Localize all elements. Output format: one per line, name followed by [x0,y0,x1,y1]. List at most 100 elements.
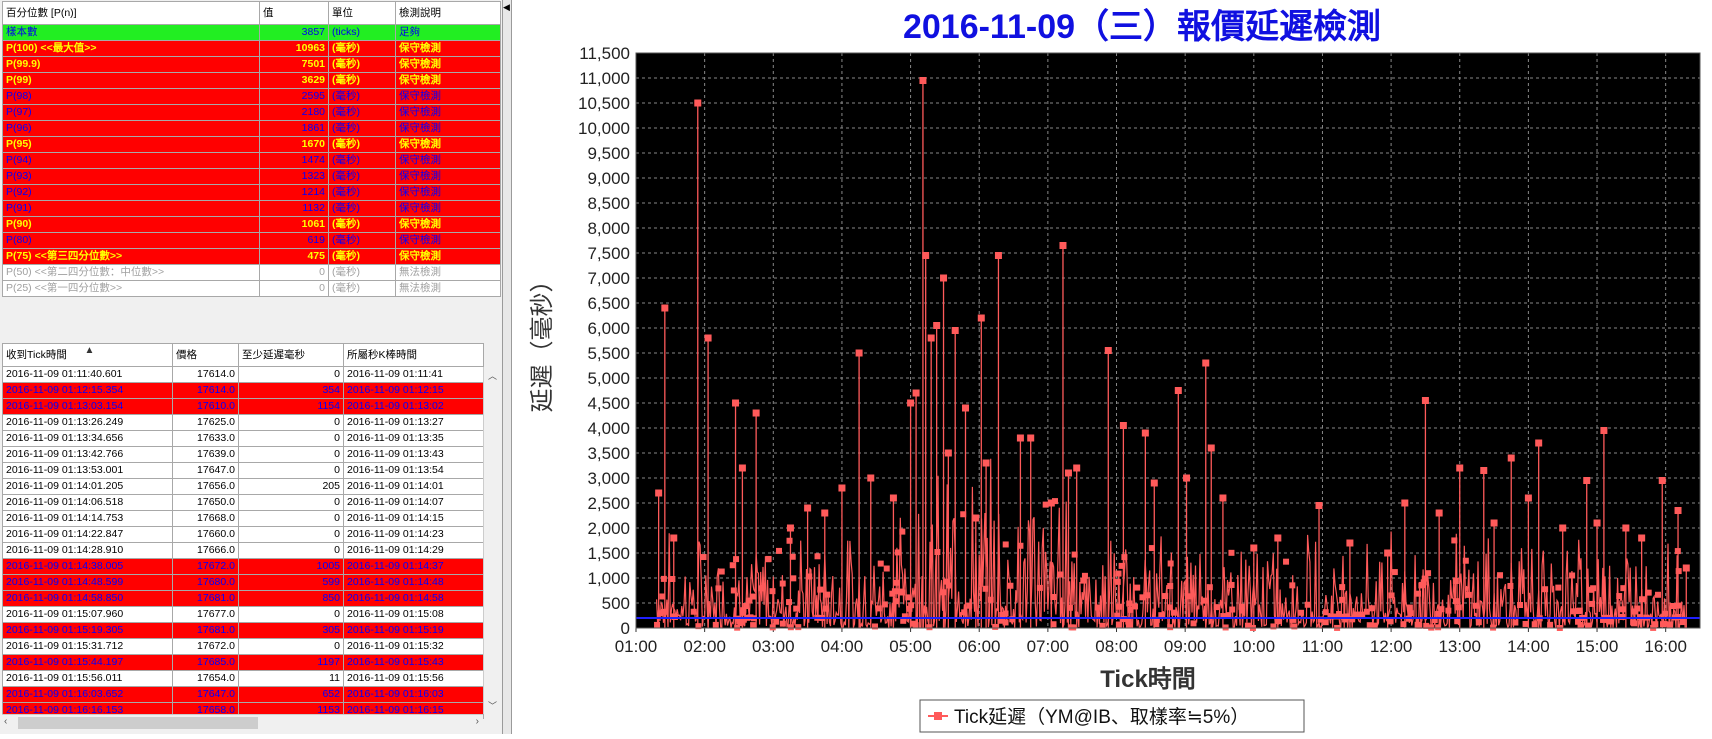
spike-marker [907,399,915,407]
stats-row[interactable]: P(90) 1061 (毫秒) 保守檢測 [2,216,501,233]
stats-row[interactable]: P(92) 1214 (毫秒) 保守檢測 [2,184,501,201]
stats-row[interactable]: P(100) <<最大值>> 10963 (毫秒) 保守檢測 [2,40,501,57]
horizontal-scrollbar[interactable]: ‹ › [2,714,483,732]
tick-row[interactable]: 2016-11-09 01:15:44.197 17685.0 1197 2016-1… [2,654,484,671]
tick-cell-delay: 652 [238,686,344,703]
vertical-scrollbar[interactable]: ︿ ﹀ [483,367,501,714]
tick-row[interactable]: 2016-11-09 01:14:14.753 17668.0 0 2016-11-0… [2,510,484,527]
stats-row[interactable]: P(93) 1323 (毫秒) 保守檢測 [2,168,501,185]
stats-cell-unit: (毫秒) [328,72,396,89]
panel-splitter[interactable]: ◀ [502,0,512,734]
point-marker [660,608,667,615]
point-marker [1213,604,1220,611]
header-price[interactable]: 價格 [172,343,239,367]
stats-cell-label: P(91) [2,200,260,217]
x-tick-label: 13:00 [1438,637,1481,656]
stats-cell-unit: (毫秒) [328,40,396,57]
tick-cell-delay: 0 [238,430,344,447]
tick-cell-delay: 0 [238,494,344,511]
tick-row[interactable]: 2016-11-09 01:13:26.249 17625.0 0 2016-11-0… [2,414,484,431]
header-bar-time[interactable]: 所屬秒K棒時間 [343,343,484,367]
tick-row[interactable]: 2016-11-09 01:13:53.001 17647.0 0 2016-11-0… [2,462,484,479]
point-marker [1435,624,1442,631]
point-marker [822,605,829,612]
stats-row[interactable]: P(98) 2595 (毫秒) 保守檢測 [2,88,501,105]
spike-marker [1682,564,1690,572]
tick-row[interactable]: 2016-11-09 01:14:22.847 17660.0 0 2016-11-0… [2,526,484,543]
y-tick-label: 6,500 [587,294,630,313]
tick-row[interactable]: 2016-11-09 01:14:58.850 17681.0 850 2016-11… [2,590,484,607]
stats-row[interactable]: P(94) 1474 (毫秒) 保守檢測 [2,152,501,169]
stats-cell-value: 10963 [259,40,329,57]
stats-row[interactable]: P(91) 1132 (毫秒) 保守檢測 [2,200,501,217]
stats-row[interactable]: 樣本數 3857 (ticks) 足夠 [2,24,501,41]
tick-cell-time: 2016-11-09 01:15:56.011 [2,670,173,687]
point-marker [729,562,736,569]
tick-row[interactable]: 2016-11-09 01:14:28.910 17666.0 0 2016-11-0… [2,542,484,559]
chart-title: 2016-11-09（三）報價延遲檢測 [903,7,1381,46]
scroll-thumb[interactable] [18,717,258,729]
tick-row[interactable]: 2016-11-09 01:14:01.205 17656.0 205 2016-11… [2,478,484,495]
point-marker [1619,606,1626,613]
stats-row[interactable]: P(97) 2180 (毫秒) 保守檢測 [2,104,501,121]
x-tick-label: 05:00 [889,637,932,656]
tick-row[interactable]: 2016-11-09 01:15:31.712 17672.0 0 2016-11-0… [2,638,484,655]
tick-row[interactable]: 2016-11-09 01:15:07.960 17677.0 0 2016-11-0… [2,606,484,623]
tick-cell-bar: 2016-11-09 01:14:07 [343,494,484,511]
stats-row[interactable]: P(99) 3629 (毫秒) 保守檢測 [2,72,501,89]
tick-row[interactable]: 2016-11-09 01:16:03.652 17647.0 652 2016-11… [2,686,484,703]
point-marker [1428,624,1435,631]
stats-row[interactable]: P(96) 1861 (毫秒) 保守檢測 [2,120,501,137]
stats-cell-label: P(75) <<第三四分位數>> [2,248,260,265]
scroll-up-arrow-icon[interactable]: ︿ [488,369,497,382]
tick-cell-time: 2016-11-09 01:14:28.910 [2,542,173,559]
header-tick-time[interactable]: 收到Tick時間 ▲ [2,343,173,367]
header-value[interactable]: 值 [259,1,329,25]
stats-cell-unit: (毫秒) [328,136,396,153]
tick-cell-delay: 0 [238,414,344,431]
stats-cell-unit: (毫秒) [328,264,396,281]
tick-row[interactable]: 2016-11-09 01:13:03.154 17610.0 1154 2016-1… [2,398,484,415]
stats-cell-label: P(80) [2,232,260,249]
stats-row[interactable]: P(99.9) 7501 (毫秒) 保守檢測 [2,56,501,73]
stats-row[interactable]: P(50) <<第二四分位數：中位數>> 0 (毫秒) 無法檢測 [2,264,501,281]
point-marker [1144,592,1151,599]
point-marker [793,605,800,612]
spike-marker [732,399,740,407]
tick-row[interactable]: 2016-11-09 01:15:19.305 17681.0 305 2016-11… [2,622,484,639]
stats-cell-unit: (毫秒) [328,56,396,73]
header-percentile[interactable]: 百分位數 [P(n)] [2,1,260,25]
scroll-right-arrow-icon[interactable]: › [476,716,479,727]
stats-row[interactable]: P(25) <<第一四分位數>> 0 (毫秒) 無法檢測 [2,280,501,297]
point-marker [1631,620,1638,627]
point-marker [1007,582,1014,589]
stats-cell-value: 7501 [259,56,329,73]
tick-row[interactable]: 2016-11-09 01:13:34.656 17633.0 0 2016-11-0… [2,430,484,447]
tick-row[interactable]: 2016-11-09 01:14:38.005 17672.0 1005 2016-1… [2,558,484,575]
spike-marker [1535,439,1543,447]
spike-marker [1174,387,1182,394]
tick-row[interactable]: 2016-11-09 01:11:40.601 17614.0 0 2016-11-0… [2,366,484,383]
header-note[interactable]: 檢測說明 [395,1,501,25]
point-marker [912,622,919,629]
tick-row[interactable]: 2016-11-09 01:15:56.011 17654.0 11 2016-11-… [2,670,484,687]
tick-row[interactable]: 2016-11-09 01:13:42.766 17639.0 0 2016-11-0… [2,446,484,463]
tick-cell-time: 2016-11-09 01:11:40.601 [2,366,173,383]
stats-row[interactable]: P(75) <<第三四分位數>> 475 (毫秒) 保守檢測 [2,248,501,265]
stats-row[interactable]: P(80) 619 (毫秒) 保守檢測 [2,232,501,249]
tick-row[interactable]: 2016-11-09 01:12:15.354 17614.0 354 2016-11… [2,382,484,399]
header-delay[interactable]: 至少延遲毫秒 [238,343,344,367]
stats-cell-note: 保守檢測 [395,40,501,57]
header-unit[interactable]: 單位 [328,1,396,25]
tick-cell-time: 2016-11-09 01:14:48.599 [2,574,173,591]
tick-row[interactable]: 2016-11-09 01:14:06.518 17650.0 0 2016-11-0… [2,494,484,511]
scroll-left-arrow-icon[interactable]: ‹ [4,716,7,727]
point-marker [1438,606,1445,613]
stats-cell-unit: (毫秒) [328,120,396,137]
scroll-down-arrow-icon[interactable]: ﹀ [488,699,497,712]
collapse-arrow-icon[interactable]: ◀ [503,2,510,13]
point-marker [669,576,676,583]
spike-marker [1064,469,1072,477]
stats-row[interactable]: P(95) 1670 (毫秒) 保守檢測 [2,136,501,153]
tick-row[interactable]: 2016-11-09 01:14:48.599 17680.0 599 2016-11… [2,574,484,591]
